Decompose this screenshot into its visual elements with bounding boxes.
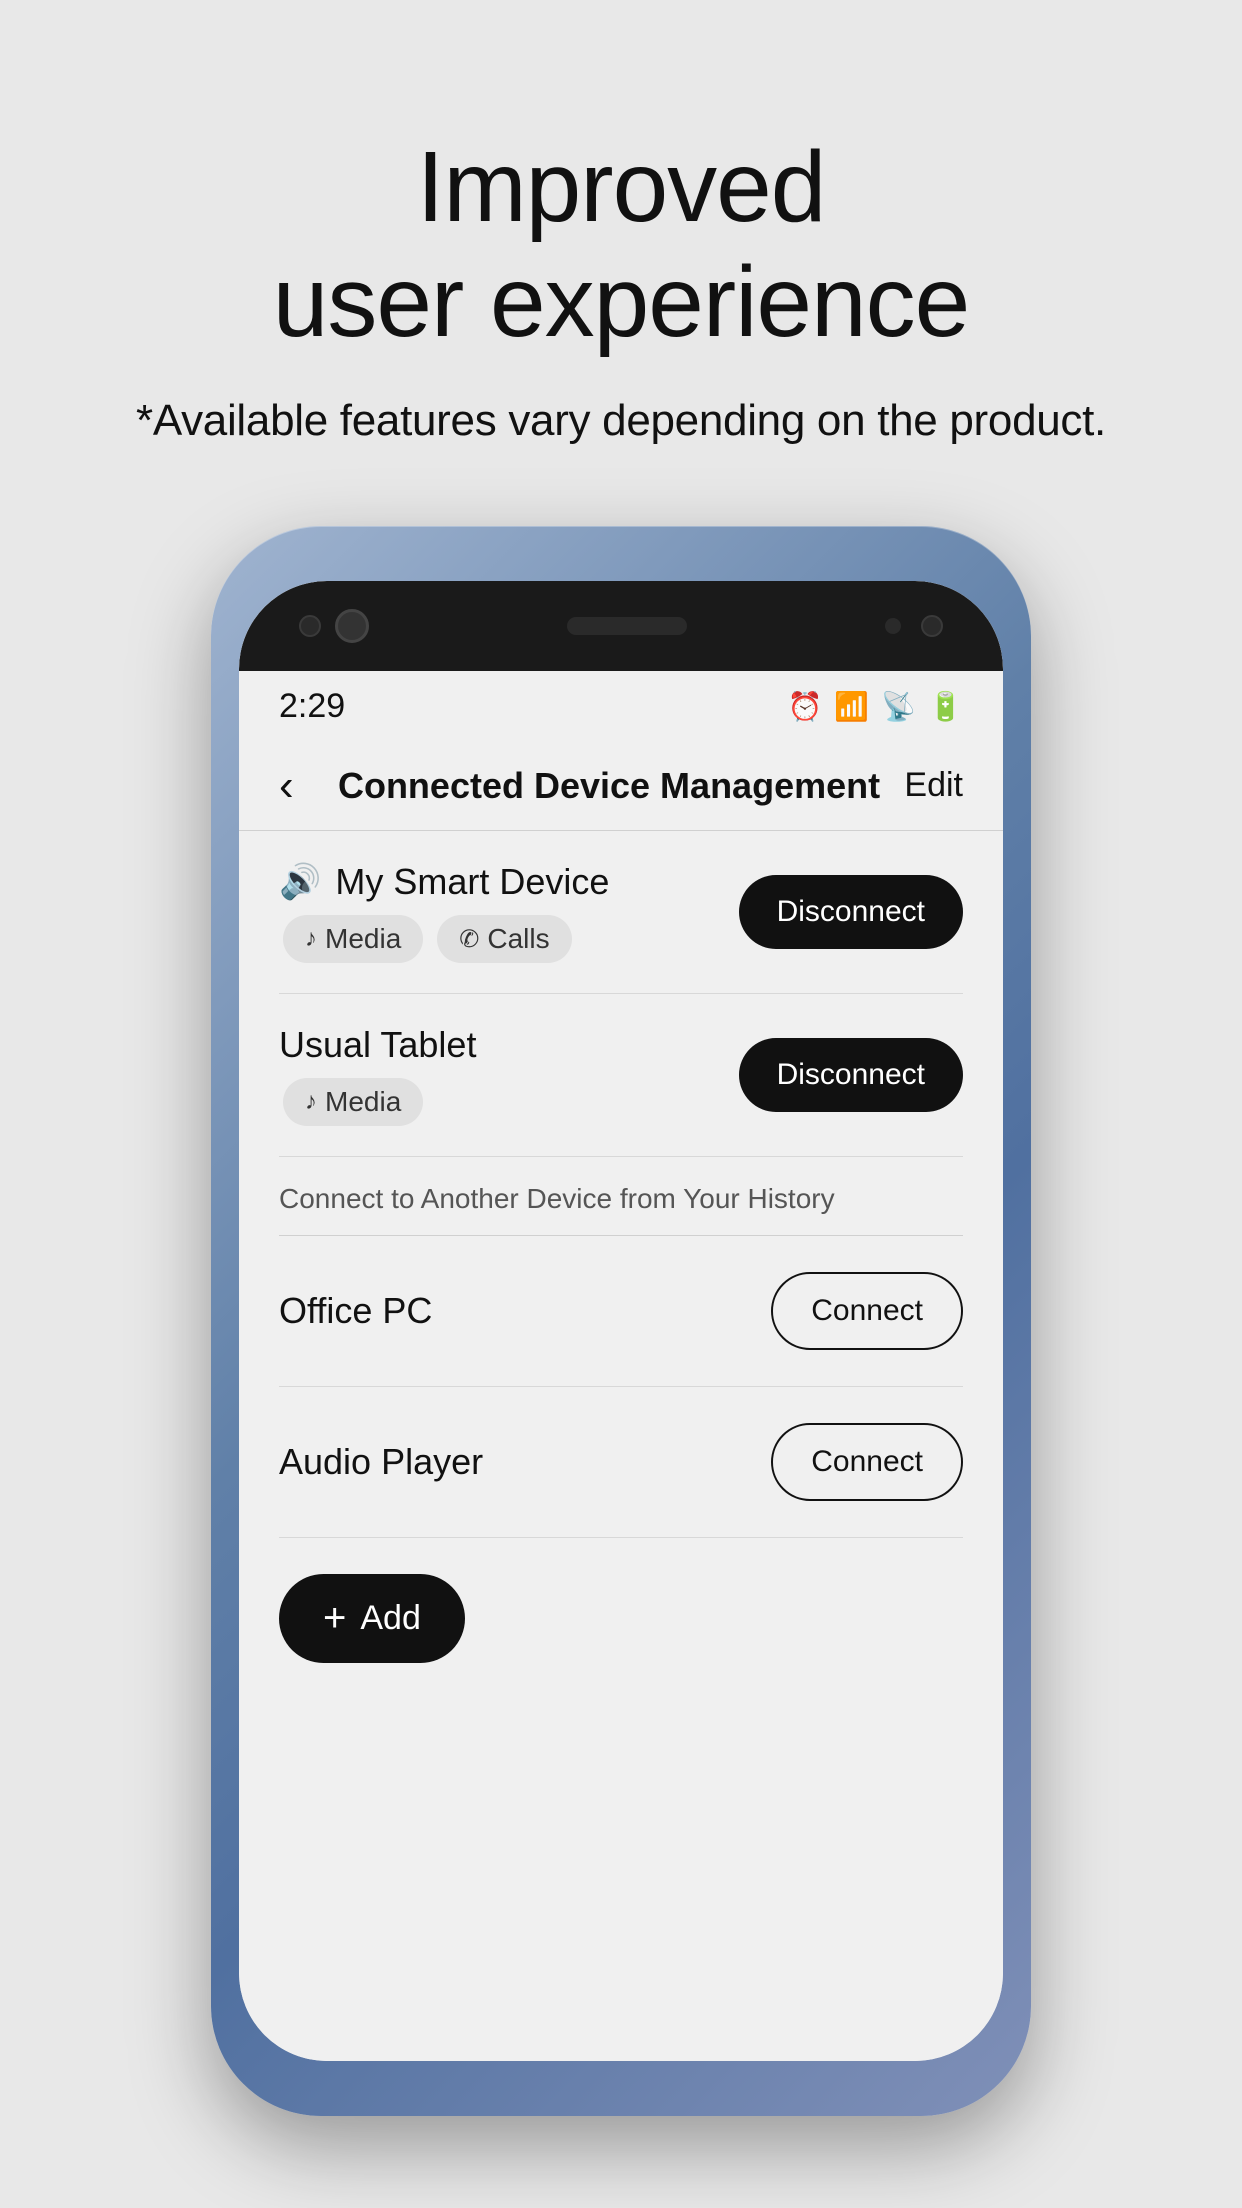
plus-icon: + (323, 1596, 346, 1641)
media-tag-tablet: ♪ Media (283, 1078, 423, 1126)
smart-device-icon: 🔊 (279, 862, 321, 902)
phone-screen: 2:29 ⏰ 📶 📡 🔋 ‹ Connected Device Manageme… (239, 581, 1003, 2061)
device-header-smart: 🔊 My Smart Device (279, 861, 609, 903)
phone-shell: 2:29 ⏰ 📶 📡 🔋 ‹ Connected Device Manageme… (211, 526, 1031, 2116)
device-item-my-smart-device: 🔊 My Smart Device ♪ Media ✆ Calls (279, 831, 963, 994)
hero-headline: Improveduser experience (273, 130, 970, 360)
smart-device-name: My Smart Device (335, 861, 609, 903)
tablet-device-tags: ♪ Media (283, 1078, 476, 1126)
history-section-header: Connect to Another Device from Your Hist… (279, 1157, 963, 1236)
phone-notch (239, 581, 1003, 671)
back-button[interactable]: ‹ (279, 761, 294, 811)
phone-icon: ✆ (459, 925, 479, 954)
content-area: 🔊 My Smart Device ♪ Media ✆ Calls (239, 831, 1003, 2061)
device-header-tablet: Usual Tablet (279, 1024, 476, 1066)
disconnect-button-tablet[interactable]: Disconnect (739, 1038, 963, 1112)
nav-bar: ‹ Connected Device Management Edit (239, 741, 1003, 831)
disconnect-button-smart[interactable]: Disconnect (739, 875, 963, 949)
office-pc-name: Office PC (279, 1290, 432, 1332)
device-info-smart: 🔊 My Smart Device ♪ Media ✆ Calls (279, 861, 609, 963)
history-item-audio-player: Audio Player Connect (279, 1387, 963, 1538)
hero-subtitle: *Available features vary depending on th… (136, 396, 1106, 446)
connect-button-audio-player[interactable]: Connect (771, 1423, 963, 1501)
media-tag-smart: ♪ Media (283, 915, 423, 963)
status-time: 2:29 (279, 687, 345, 726)
music-note-icon: ♪ (305, 925, 317, 953)
media-tag-label: Media (325, 923, 401, 955)
camera-dot-small (299, 615, 321, 637)
add-label: Add (360, 1599, 421, 1638)
calls-tag-label: Calls (487, 923, 549, 955)
phone-wrapper: 2:29 ⏰ 📶 📡 🔋 ‹ Connected Device Manageme… (211, 526, 1031, 2166)
media-tag-label-tablet: Media (325, 1086, 401, 1118)
history-item-office-pc: Office PC Connect (279, 1236, 963, 1387)
sensor-dot (885, 618, 901, 634)
edit-button[interactable]: Edit (904, 766, 963, 805)
tablet-device-name: Usual Tablet (279, 1024, 476, 1066)
connect-button-office-pc[interactable]: Connect (771, 1272, 963, 1350)
battery-icon: 🔋 (928, 690, 963, 723)
notch-right (885, 615, 943, 637)
alarm-icon: ⏰ (788, 690, 823, 723)
audio-player-name: Audio Player (279, 1441, 483, 1483)
smart-device-tags: ♪ Media ✆ Calls (283, 915, 609, 963)
status-bar: 2:29 ⏰ 📶 📡 🔋 (239, 671, 1003, 741)
calls-tag-smart: ✆ Calls (437, 915, 571, 963)
nav-title: Connected Device Management (314, 765, 905, 807)
camera-dot-main (335, 609, 369, 643)
wifi-icon: 📶 (834, 690, 869, 723)
music-note-icon-tablet: ♪ (305, 1088, 317, 1116)
speaker-bar (567, 617, 687, 635)
status-icons: ⏰ 📶 📡 🔋 (788, 690, 964, 723)
front-camera (921, 615, 943, 637)
signal-icon: 📡 (881, 690, 916, 723)
device-info-tablet: Usual Tablet ♪ Media (279, 1024, 476, 1126)
add-button[interactable]: + Add (279, 1574, 465, 1663)
top-section: Improveduser experience *Available featu… (0, 0, 1242, 446)
device-item-usual-tablet: Usual Tablet ♪ Media Disconnect (279, 994, 963, 1157)
notch-left (299, 609, 369, 643)
